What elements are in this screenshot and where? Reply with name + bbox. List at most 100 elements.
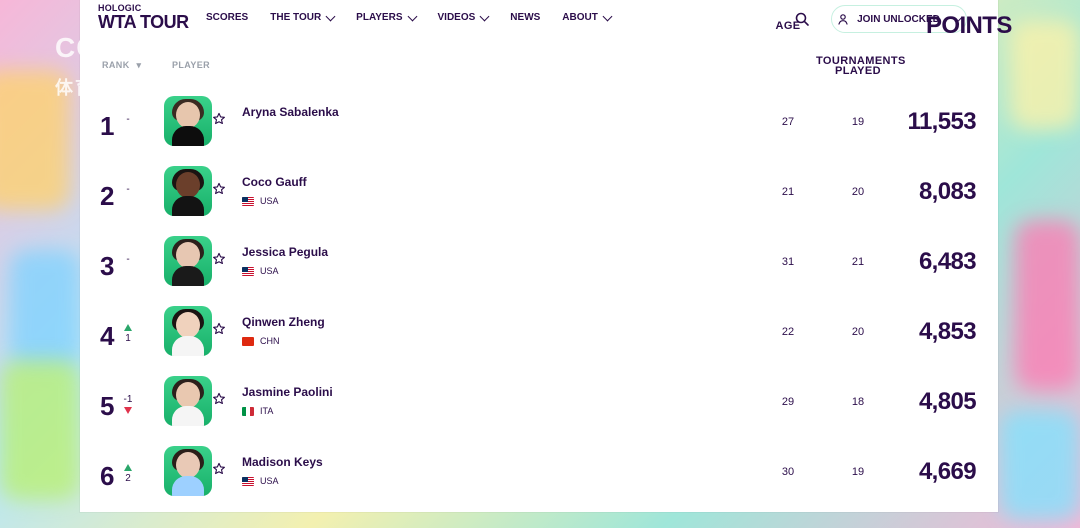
player-points: 4,805 — [918, 388, 977, 415]
tournaments-played: 20 — [851, 186, 865, 198]
background-blob — [1010, 20, 1080, 130]
player-name[interactable]: Qinwen Zheng — [242, 315, 325, 329]
usa-flag-icon — [242, 196, 254, 206]
rank-movement: - — [121, 114, 135, 125]
photo-body — [172, 476, 204, 496]
favorite-star-icon[interactable] — [212, 182, 226, 196]
player-age: 30 — [781, 466, 795, 478]
nav-label: ABOUT — [562, 12, 598, 23]
photo-face — [176, 452, 200, 478]
player-name[interactable]: Jasmine Paolini — [242, 385, 333, 399]
player-photo[interactable] — [164, 96, 212, 146]
table-row[interactable]: 5 -1 Jasmine Paolini ITA 29 18 4,805 — [80, 376, 998, 446]
tournaments-played: 20 — [851, 326, 865, 338]
movement-value: - — [126, 254, 130, 265]
background-blob — [0, 360, 80, 500]
movement-value: 2 — [125, 473, 131, 484]
photo-body — [172, 196, 204, 216]
rank-number: 2 — [100, 181, 115, 211]
player-country: ITA — [242, 406, 273, 416]
background-blob — [1015, 220, 1080, 390]
player-points: 11,553 — [907, 108, 977, 135]
column-header-player: PLAYER — [172, 60, 211, 70]
player-name[interactable]: Madison Keys — [242, 455, 323, 469]
usa-flag-icon — [242, 476, 254, 486]
table-row[interactable]: 1 - Aryna Sabalenka 27 19 11,553 — [80, 96, 998, 166]
country-code: CHN — [260, 336, 280, 346]
player-country: USA — [242, 476, 279, 486]
italy-flag-icon — [242, 406, 254, 416]
nav-label: THE TOUR — [270, 12, 322, 23]
logo-brand: WTA TOUR — [98, 12, 189, 32]
tournaments-played: 19 — [851, 116, 865, 128]
photo-body — [172, 336, 204, 356]
tournaments-played: 19 — [851, 466, 865, 478]
movement-value: - — [126, 184, 130, 195]
rank-number: 4 — [100, 321, 115, 351]
nav-label: SCORES — [206, 12, 249, 23]
rank-number: 3 — [100, 251, 115, 281]
chevron-down-icon — [479, 11, 490, 21]
photo-face — [176, 102, 200, 128]
favorite-star-icon[interactable] — [212, 252, 226, 266]
nav-about[interactable]: ABOUT — [562, 11, 613, 23]
player-age: 22 — [781, 326, 795, 338]
table-row[interactable]: 3 - Jessica Pegula USA 31 21 6,483 — [80, 236, 998, 306]
rank-up-icon — [124, 464, 132, 471]
player-name[interactable]: Coco Gauff — [242, 175, 307, 189]
nav-the-tour[interactable]: THE TOUR — [270, 11, 336, 23]
china-flag-icon — [242, 336, 254, 346]
movement-value: 1 — [125, 333, 131, 344]
movement-value: - — [126, 114, 130, 125]
player-photo[interactable] — [164, 166, 212, 216]
chevron-down-icon — [325, 11, 336, 21]
rank-down-icon — [124, 407, 132, 414]
player-points: 4,853 — [918, 318, 977, 345]
rank-movement: -1 — [121, 394, 135, 414]
player-age: 29 — [781, 396, 795, 408]
nav-news[interactable]: NEWS — [510, 12, 540, 23]
column-header-tournaments-played: TOURNAMENTS PLAYED — [816, 55, 906, 77]
player-points: 4,669 — [918, 458, 977, 485]
photo-face — [176, 242, 200, 268]
player-name[interactable]: Jessica Pegula — [242, 245, 328, 259]
rank-number: 5 — [100, 391, 115, 421]
column-header-points: POINTS — [926, 12, 1012, 39]
favorite-star-icon[interactable] — [212, 392, 226, 406]
player-photo[interactable] — [164, 306, 212, 356]
player-name[interactable]: Aryna Sabalenka — [242, 105, 339, 119]
player-age: 31 — [781, 256, 795, 268]
player-age: 27 — [781, 116, 795, 128]
favorite-star-icon[interactable] — [212, 322, 226, 336]
nav-players[interactable]: PLAYERS — [356, 11, 417, 23]
nav-label: PLAYERS — [356, 12, 403, 23]
tv-watermark: CCTV5 体育 — [55, 32, 152, 98]
table-row[interactable]: 2 - Coco Gauff USA 21 20 8,083 — [80, 166, 998, 236]
favorite-star-icon[interactable] — [212, 112, 226, 126]
photo-body — [172, 406, 204, 426]
photo-body — [172, 126, 204, 146]
rank-movement: - — [121, 254, 135, 265]
nav-label: VIDEOS — [437, 12, 476, 23]
rank-movement: - — [121, 184, 135, 195]
photo-body — [172, 266, 204, 286]
player-photo[interactable] — [164, 376, 212, 426]
table-row[interactable]: 6 2 Madison Keys USA 30 19 4,669 — [80, 446, 998, 516]
chevron-down-icon — [407, 11, 417, 21]
table-row[interactable]: 4 1 Qinwen Zheng CHN 22 20 4,853 — [80, 306, 998, 376]
player-photo[interactable] — [164, 446, 212, 496]
rank-movement: 2 — [121, 464, 135, 484]
favorite-star-icon[interactable] — [212, 462, 226, 476]
nav-videos[interactable]: VIDEOS — [437, 11, 490, 23]
player-country: USA — [242, 196, 279, 206]
rank-number: 1 — [100, 111, 115, 141]
player-photo[interactable] — [164, 236, 212, 286]
rank-number: 6 — [100, 461, 115, 491]
usa-flag-icon — [242, 266, 254, 276]
photo-face — [176, 172, 200, 198]
player-country: CHN — [242, 336, 280, 346]
country-code: USA — [260, 196, 279, 206]
nav-scores[interactable]: SCORES — [206, 12, 248, 23]
user-icon — [838, 14, 848, 25]
background-blob — [1000, 410, 1080, 520]
